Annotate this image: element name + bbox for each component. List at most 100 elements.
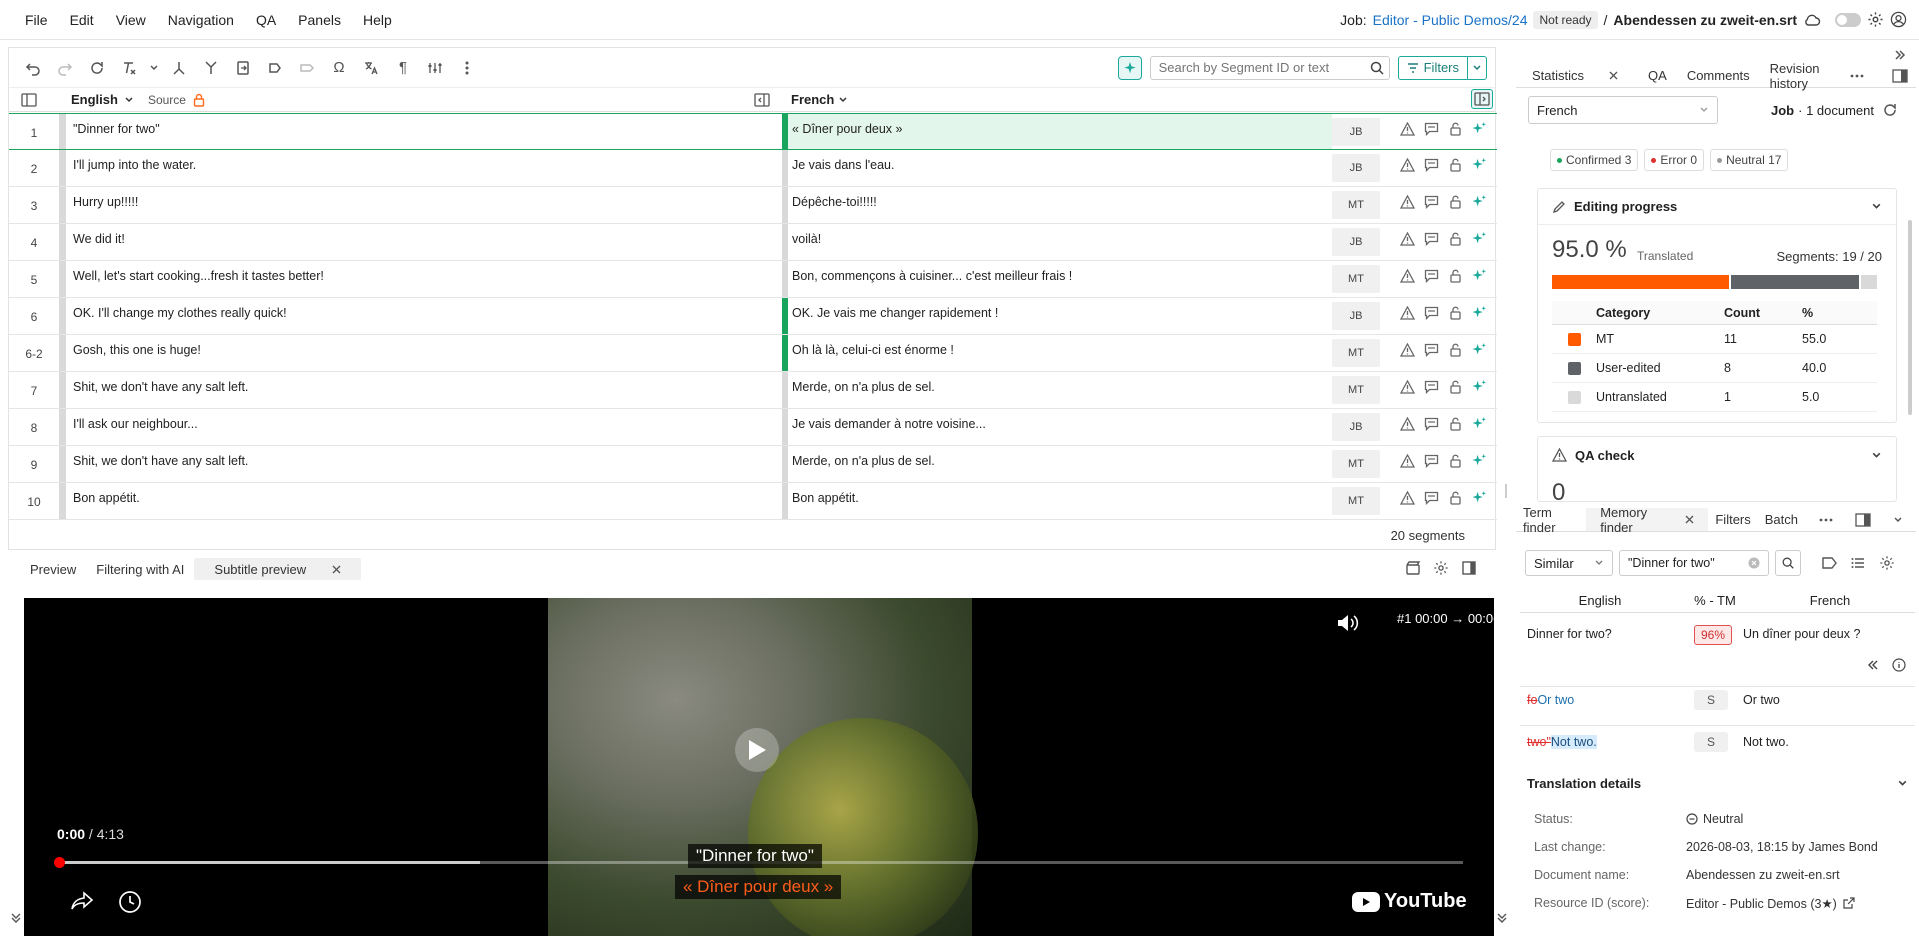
refresh-icon[interactable] [83, 54, 111, 82]
segment-search[interactable] [1149, 55, 1390, 80]
stats-scrollbar[interactable] [1908, 220, 1912, 415]
comment-icon[interactable] [1423, 120, 1440, 137]
segment-source[interactable]: We did it! [73, 232, 125, 246]
segment-source[interactable]: I'll jump into the water. [73, 158, 196, 172]
close-icon[interactable] [1599, 64, 1628, 87]
warning-icon[interactable] [1399, 341, 1416, 358]
unlock-icon[interactable] [1447, 120, 1464, 137]
memory-diff-row[interactable]: foOr two S Or two [1520, 690, 1915, 724]
segment-source[interactable]: Well, let's start cooking...fresh it tas… [73, 269, 324, 283]
close-icon[interactable] [1678, 508, 1701, 531]
segment-row[interactable]: 1 "Dinner for two" « Dîner pour deux » JB [9, 113, 1497, 150]
insert-tags-icon[interactable] [261, 54, 289, 82]
tab-memory-finder[interactable]: Memory finder [1586, 505, 1709, 535]
source-language[interactable]: English [71, 92, 118, 107]
info-icon[interactable] [1892, 658, 1906, 672]
search-icon[interactable] [1369, 60, 1385, 76]
tab-revision-history[interactable]: Revision history [1760, 61, 1830, 91]
memory-diff-row[interactable]: two"Not two. S Not two. [1520, 732, 1915, 766]
segment-row[interactable]: 10 Bon appétit. Bon appétit. MT [9, 483, 1497, 520]
unlock-icon[interactable] [1447, 489, 1464, 506]
clock-icon[interactable] [118, 890, 142, 914]
job-link[interactable]: Editor - Public Demos/24 [1373, 12, 1528, 28]
settings-sliders-icon[interactable] [421, 54, 449, 82]
tab-term-finder[interactable]: Term finder [1516, 505, 1586, 535]
segment-row[interactable]: 8 I'll ask our neighbour... Je vais demand… [9, 409, 1497, 446]
youtube-logo[interactable]: YouTube [1352, 890, 1467, 913]
chevron-down-icon[interactable] [124, 95, 134, 105]
filters-button[interactable]: Filters [1397, 55, 1487, 80]
segment-search-input[interactable] [1158, 60, 1359, 75]
comment-icon[interactable] [1423, 452, 1440, 469]
segment-target-cell[interactable] [788, 483, 1332, 519]
external-link-icon[interactable] [1842, 897, 1855, 910]
tab-subtitle-preview[interactable]: Subtitle preview [194, 558, 362, 580]
segment-source[interactable]: Shit, we don't have any salt left. [73, 380, 248, 394]
match-mode-select[interactable]: Similar [1525, 550, 1613, 576]
segment-target[interactable]: « Dîner pour deux » [792, 122, 903, 136]
segment-row[interactable]: 9 Shit, we don't have any salt left. Merde… [9, 446, 1497, 483]
memory-query-input[interactable]: "Dinner for two" [1619, 550, 1769, 576]
pilcrow-icon[interactable]: ¶ [389, 54, 417, 82]
status-chip[interactable]: Neutral 17 [1710, 149, 1789, 171]
segment-row[interactable]: 5 Well, let's start cooking...fresh it ta… [9, 261, 1497, 298]
segment-target[interactable]: Je vais dans l'eau. [792, 158, 894, 172]
panel-splitter[interactable] [1505, 484, 1507, 498]
volume-icon[interactable] [1335, 612, 1359, 634]
tab-statistics[interactable]: Statistics [1516, 64, 1638, 87]
segment-target[interactable]: voilà! [792, 232, 821, 246]
merge-segment-icon[interactable] [197, 54, 225, 82]
menu-view[interactable]: View [105, 12, 157, 28]
comment-icon[interactable] [1423, 415, 1440, 432]
chevron-down-icon[interactable] [1871, 450, 1882, 461]
segment-row[interactable]: 3 Hurry up!!!!! Dépêche-toi!!!!! MT [9, 187, 1497, 224]
ai-sparkle-icon[interactable] [1471, 156, 1488, 173]
gear-icon[interactable] [1879, 555, 1895, 571]
comment-icon[interactable] [1423, 489, 1440, 506]
collapse-source-icon[interactable] [754, 92, 770, 107]
chevron-down-icon[interactable] [147, 54, 161, 82]
translate-icon[interactable] [357, 54, 385, 82]
segment-row[interactable]: 4 We did it! voilà! JB [9, 224, 1497, 261]
tag-icon[interactable] [1821, 555, 1837, 571]
collapse-target-icon[interactable] [1471, 89, 1493, 109]
ai-sparkle-icon[interactable] [1471, 120, 1488, 137]
tab-batch[interactable]: Batch [1758, 508, 1805, 531]
special-char-icon[interactable]: Ω [325, 54, 353, 82]
segment-target[interactable]: Bon, commençons à cuisiner... c'est meil… [792, 269, 1072, 283]
close-icon[interactable] [322, 565, 351, 574]
layout-icon[interactable] [1461, 560, 1477, 576]
ai-sparkle-button[interactable] [1117, 55, 1142, 80]
split-segment-icon[interactable] [165, 54, 193, 82]
warning-icon[interactable] [1399, 120, 1416, 137]
segment-source[interactable]: OK. I'll change my clothes really quick! [73, 306, 287, 320]
segment-row[interactable]: 6-2 Gosh, this one is huge! Oh là là, celu… [9, 335, 1497, 372]
tab-filtering-ai[interactable]: Filtering with AI [86, 558, 194, 580]
ai-sparkle-icon[interactable] [1471, 452, 1488, 469]
segment-row[interactable]: 2 I'll jump into the water. Je vais dans l… [9, 150, 1497, 187]
chevron-down-icon[interactable] [1886, 508, 1910, 531]
list-icon[interactable] [1851, 555, 1865, 571]
editing-progress-header[interactable]: Editing progress [1538, 189, 1896, 225]
menu-panels[interactable]: Panels [287, 12, 352, 28]
segment-row[interactable]: 7 Shit, we don't have any salt left. Merde… [9, 372, 1497, 409]
mode-toggle[interactable] [1835, 12, 1861, 27]
ai-sparkle-icon[interactable] [1471, 341, 1488, 358]
stats-language-select[interactable]: French [1528, 96, 1718, 124]
ai-sparkle-icon[interactable] [1471, 489, 1488, 506]
segment-target[interactable]: Je vais demander à notre voisine... [792, 417, 986, 431]
gear-icon[interactable] [1867, 11, 1884, 28]
unlock-icon[interactable] [1447, 193, 1464, 210]
translation-details-header[interactable]: Translation details [1520, 772, 1915, 794]
warning-icon[interactable] [1399, 156, 1416, 173]
menu-help[interactable]: Help [352, 12, 403, 28]
segment-target[interactable]: Merde, on n'a plus de sel. [792, 454, 935, 468]
qa-check-header[interactable]: QA check [1538, 437, 1896, 473]
comment-icon[interactable] [1423, 378, 1440, 395]
segment-target[interactable]: Bon appétit. [792, 491, 859, 505]
comment-icon[interactable] [1423, 267, 1440, 284]
ai-sparkle-icon[interactable] [1471, 304, 1488, 321]
tab-filters[interactable]: Filters [1708, 508, 1757, 531]
comment-icon[interactable] [1423, 156, 1440, 173]
video-scrubber[interactable] [54, 857, 65, 868]
